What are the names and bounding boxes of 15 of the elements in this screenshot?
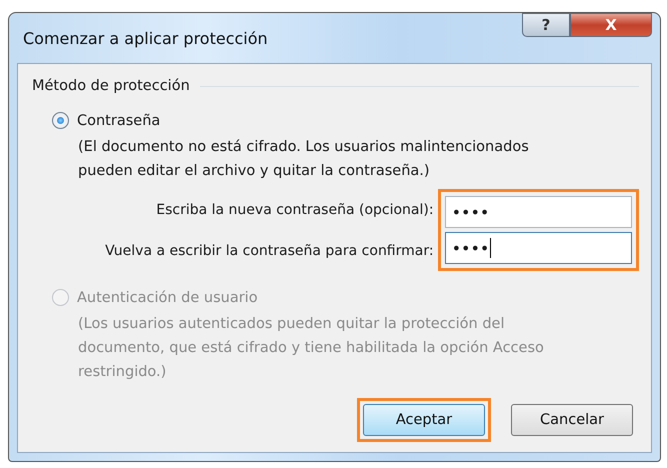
password-field[interactable]: •••• — [444, 196, 632, 228]
option-description: (El documento no está cifrado. Los usuarios malintencionados pueden editar el archivo y quitar la contraseña.) — [78, 138, 530, 181]
help-button[interactable]: ? — [522, 13, 570, 37]
field-label: Vuelva a escribir la contraseña para confirmar: — [105, 242, 434, 258]
option-label: Contraseña — [77, 112, 160, 128]
password-field[interactable]: •••• — [444, 232, 632, 264]
close-button[interactable]: X — [570, 13, 652, 37]
window-title: Comenzar a aplicar protección — [23, 29, 268, 48]
radio-button[interactable] — [52, 112, 69, 129]
ok-button[interactable]: Aceptar — [363, 404, 485, 436]
group-title: Método de protección — [32, 78, 190, 94]
cancel-button[interactable]: Cancelar — [511, 404, 633, 436]
option-label: Autenticación de usuario — [77, 290, 258, 306]
field-label: Escriba la nueva contraseña (opcional): — [156, 202, 434, 218]
option-description: (Los usuarios autenticados pueden quitar la protección del documento, que está cifrado y tiene habilitada la opción Acceso restringido.) — [78, 315, 545, 382]
